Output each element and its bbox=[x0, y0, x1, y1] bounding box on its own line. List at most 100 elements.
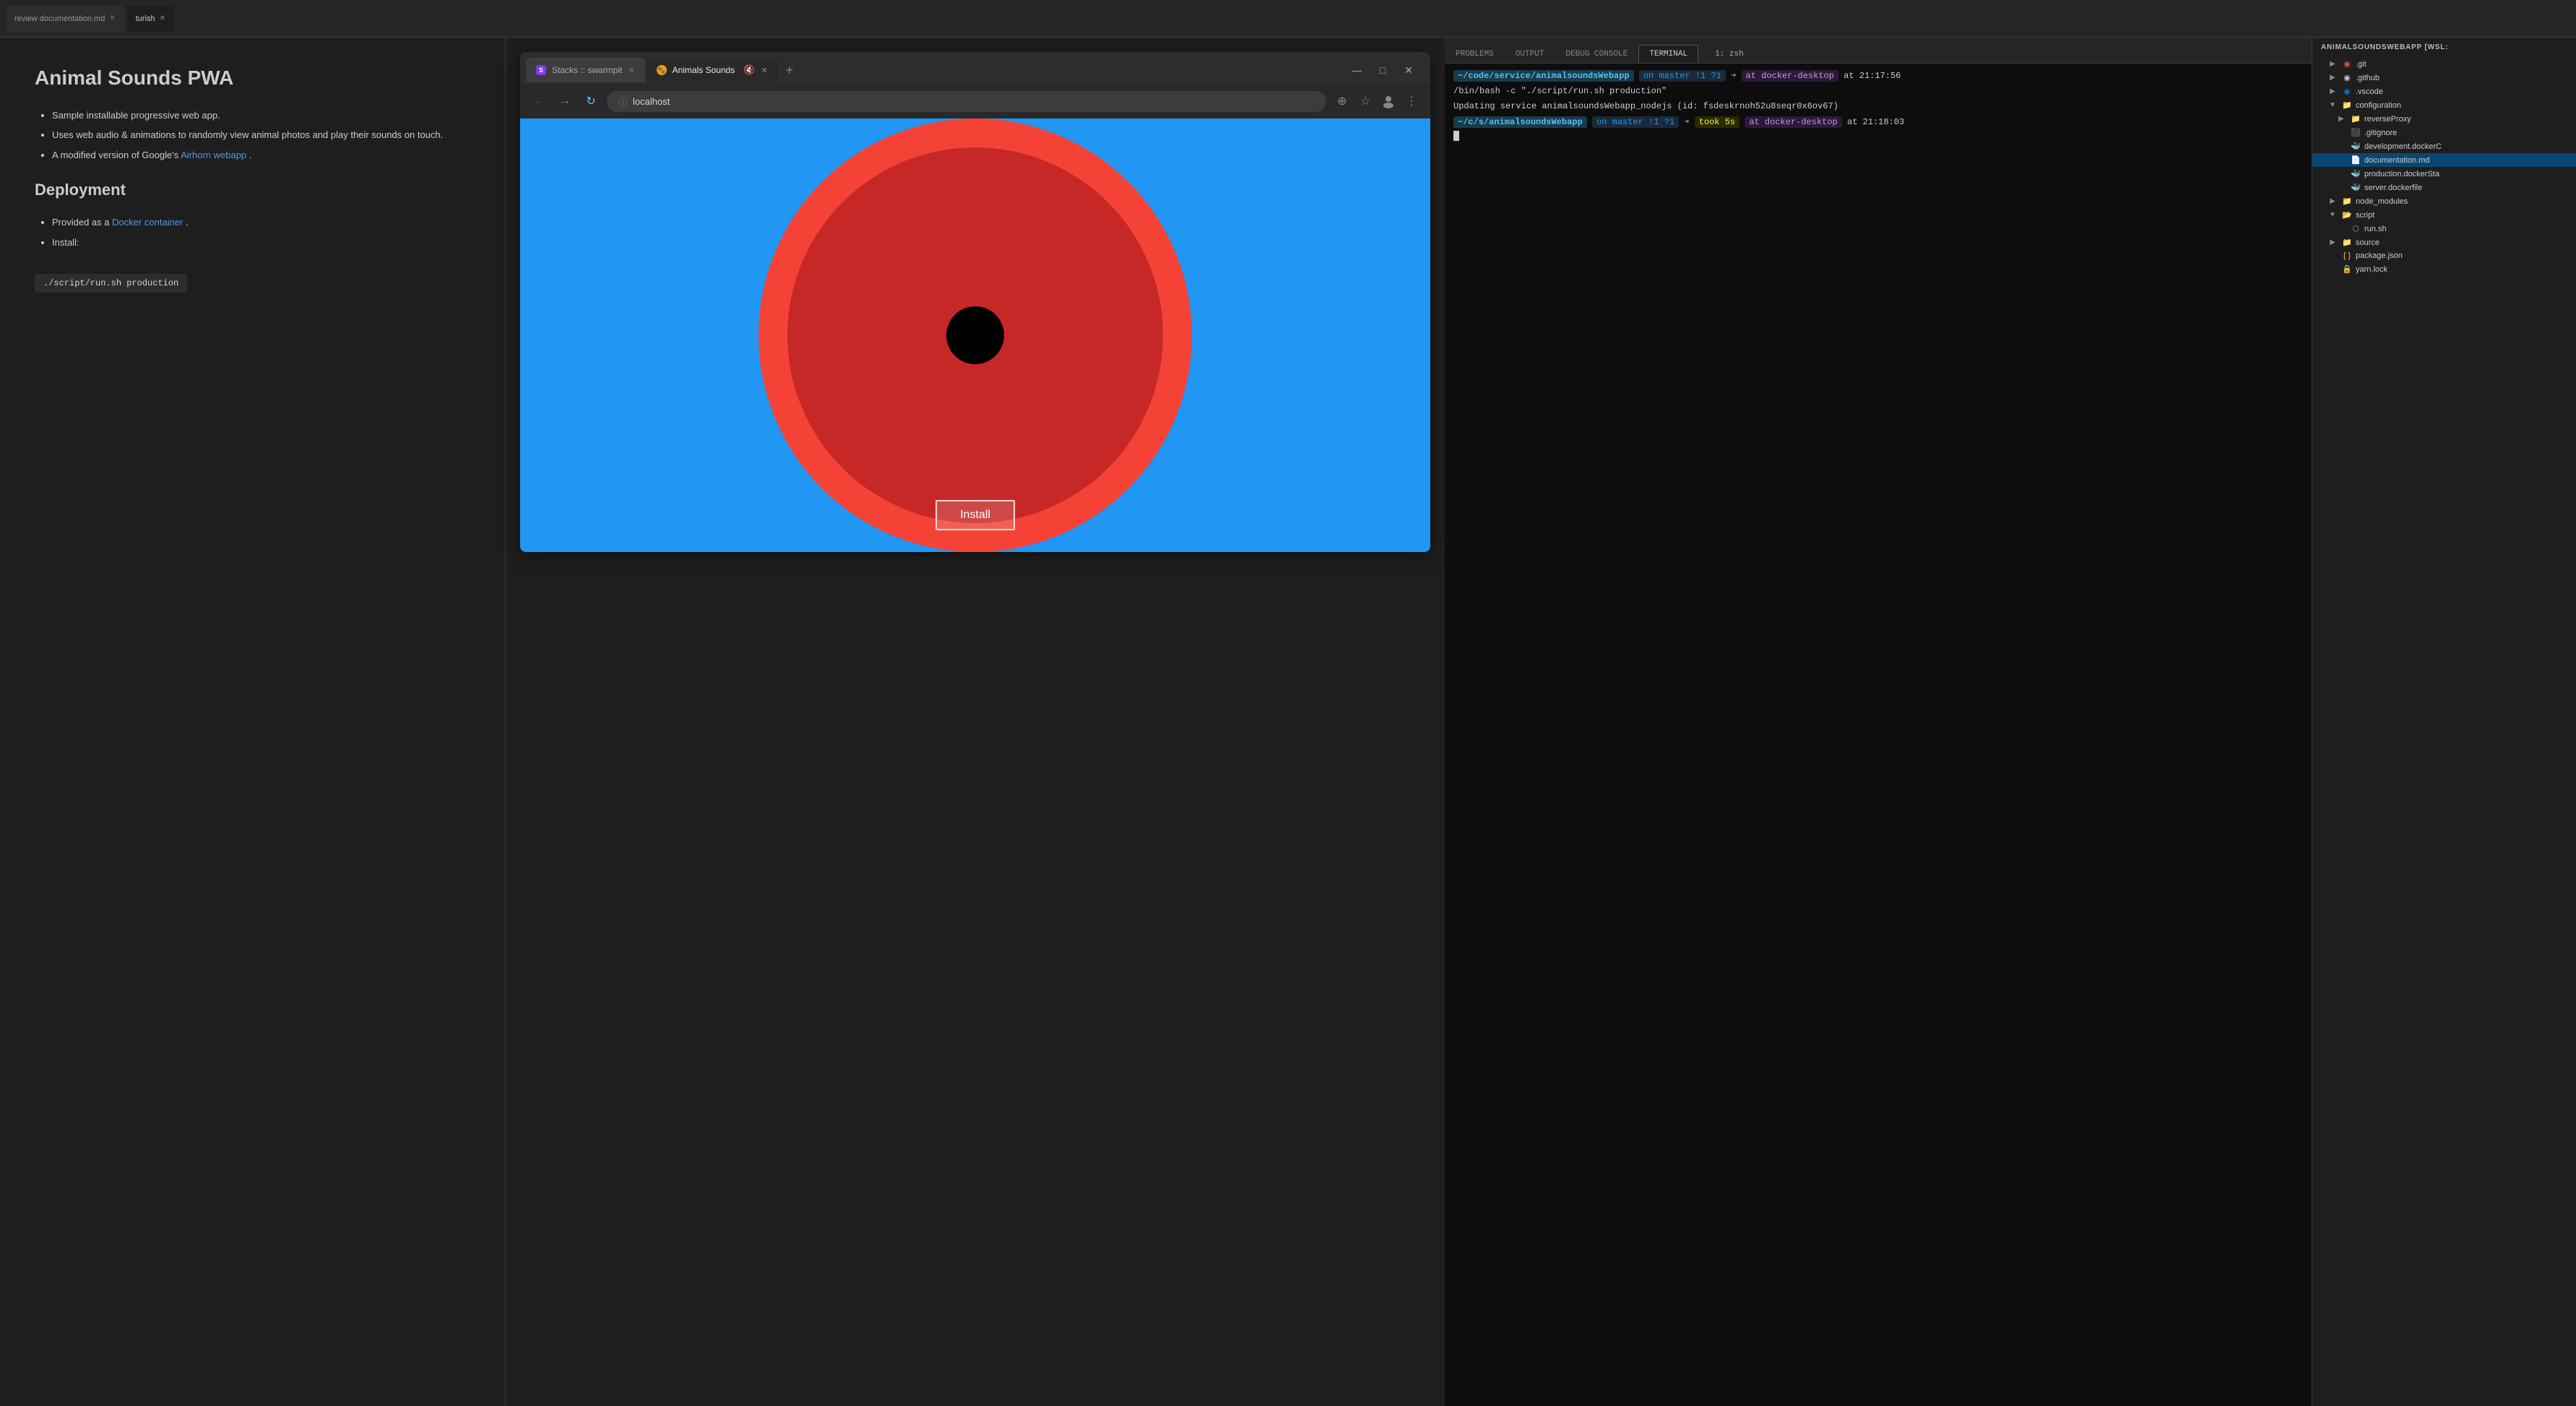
browser-tab-animals-close[interactable]: ✕ bbox=[761, 66, 767, 75]
install-command: ./script/run.sh production bbox=[35, 274, 187, 293]
mute-icon[interactable]: 🔇 bbox=[743, 64, 755, 76]
tree-item-configuration[interactable]: ▼ 📁 configuration bbox=[2312, 98, 2576, 112]
tree-item-gitignore[interactable]: ⬛ .gitignore bbox=[2312, 126, 2576, 139]
menu-button[interactable]: ⋮ bbox=[1401, 91, 1422, 111]
bullet-1-text: Sample installable progressive web app. bbox=[52, 110, 220, 121]
browser-tab-bar: S Stacks :: swarmpit ✕ 🐾 Animals Sounds … bbox=[520, 52, 1430, 84]
deployment-title: Deployment bbox=[35, 181, 470, 199]
bullet-2: Uses web audio & animations to randomly … bbox=[52, 126, 470, 143]
reload-button[interactable]: ↻ bbox=[581, 91, 601, 111]
airhorn-link[interactable]: Airhorn webapp bbox=[181, 150, 249, 160]
back-button[interactable]: ← bbox=[529, 91, 549, 111]
chevron-right-icon: ▶ bbox=[2327, 60, 2338, 68]
account-icon bbox=[1381, 94, 1396, 108]
address-input[interactable]: ⓘ localhost bbox=[607, 91, 1326, 112]
tree-label-reverseProxy: reverseProxy bbox=[2364, 115, 2411, 124]
tree-label-server-docker: server.dockerfile bbox=[2364, 184, 2422, 192]
tab-review-doc[interactable]: review documentation.md ✕ bbox=[6, 6, 124, 32]
maximize-button[interactable]: □ bbox=[1373, 60, 1393, 80]
tab-turish-close[interactable]: ✕ bbox=[160, 14, 165, 22]
tab-instance[interactable]: 1: zsh bbox=[1704, 45, 1755, 63]
chevron-right-icon-6: ▶ bbox=[2327, 238, 2338, 246]
animals-favicon-icon: 🐾 bbox=[657, 65, 667, 75]
run-sh-file-icon: ⬡ bbox=[2350, 224, 2361, 233]
browser-tab-animals-label: Animals Sounds bbox=[673, 65, 735, 75]
tree-item-doc-md[interactable]: 📄 documentation.md bbox=[2312, 153, 2576, 167]
bullet-3: A modified version of Google's Airhorn w… bbox=[52, 147, 470, 163]
term-time-2: at 21:18:03 bbox=[1847, 117, 1904, 127]
minimize-button[interactable]: — bbox=[1347, 60, 1367, 80]
forward-button[interactable]: → bbox=[555, 91, 575, 111]
tree-item-vscode[interactable]: ▶ ◉ .vscode bbox=[2312, 85, 2576, 98]
gitignore-file-icon: ⬛ bbox=[2350, 128, 2361, 137]
editor-tabs: review documentation.md ✕ turish ✕ bbox=[6, 6, 2570, 32]
term-line-2: /bin/bash -c "./script/run.sh production… bbox=[1453, 85, 2303, 98]
tree-item-script[interactable]: ▼ 📂 script bbox=[2312, 208, 2576, 222]
bookmark-button[interactable]: ☆ bbox=[1355, 91, 1375, 111]
tree-item-git[interactable]: ▶ ◉ .git bbox=[2312, 57, 2576, 71]
explorer-panel: ANIMALSOUNDSWEBAPP [WSL: ▶ ◉ .git ▶ ◉ .g… bbox=[2312, 38, 2576, 1406]
tree-item-run-sh[interactable]: ⬡ run.sh bbox=[2312, 222, 2576, 236]
term-arrow-2: ➜ bbox=[1684, 117, 1689, 127]
tree-item-yarn-lock[interactable]: 🔒 yarn.lock bbox=[2312, 262, 2576, 276]
tree-label-gitignore: .gitignore bbox=[2364, 129, 2397, 137]
vscode-folder-icon: ◉ bbox=[2341, 87, 2353, 96]
browser-tab-stacks-close[interactable]: ✕ bbox=[628, 66, 634, 75]
browser-content[interactable]: Install bbox=[520, 118, 1430, 552]
term-cursor bbox=[1453, 131, 1459, 141]
new-tab-button[interactable]: + bbox=[779, 60, 800, 80]
browser-action-buttons: ⊕ ☆ ⋮ bbox=[1332, 91, 1422, 111]
stacks-favicon-icon: S bbox=[536, 65, 546, 75]
tab-output[interactable]: OUTPUT bbox=[1505, 45, 1555, 63]
tree-label-github: .github bbox=[2356, 74, 2380, 82]
animal-circle-outer[interactable] bbox=[758, 118, 1192, 552]
doc-md-file-icon: 📄 bbox=[2350, 155, 2361, 165]
tree-label-yarn-lock: yarn.lock bbox=[2356, 265, 2387, 274]
tree-label-run-sh: run.sh bbox=[2364, 225, 2387, 233]
terminal-area: PROBLEMS OUTPUT DEBUG CONSOLE TERMINAL 1… bbox=[1445, 38, 2312, 1406]
term-branch-2: on master !1 ?1 bbox=[1592, 116, 1679, 128]
tree-item-node-modules[interactable]: ▶ 📁 node_modules bbox=[2312, 194, 2576, 208]
tree-label-vscode: .vscode bbox=[2356, 87, 2383, 96]
account-button[interactable] bbox=[1378, 91, 1399, 111]
install-button[interactable]: Install bbox=[935, 500, 1015, 530]
tree-item-dev-docker[interactable]: 🐳 development.dockerC bbox=[2312, 139, 2576, 153]
docker-container-link[interactable]: Docker container bbox=[112, 217, 186, 228]
node-modules-folder-icon: 📁 bbox=[2341, 197, 2353, 206]
term-time-1: at 21:17:56 bbox=[1844, 71, 1901, 81]
chevron-right-icon-4: ▶ bbox=[2335, 115, 2347, 123]
tree-label-script: script bbox=[2356, 211, 2374, 220]
tree-item-package-json[interactable]: { } package.json bbox=[2312, 249, 2576, 262]
tab-debug-console[interactable]: DEBUG CONSOLE bbox=[1555, 45, 1638, 63]
term-path-2: ~/c/s/animalsoundsWebapp bbox=[1453, 116, 1587, 128]
tree-item-reverseProxy[interactable]: ▶ 📁 reverseProxy bbox=[2312, 112, 2576, 126]
term-line-4: ~/c/s/animalsoundsWebapp on master !1 ?1… bbox=[1453, 116, 2303, 129]
github-folder-icon: ◉ bbox=[2341, 73, 2353, 82]
address-text: localhost bbox=[633, 96, 670, 107]
tab-review-doc-label: review documentation.md bbox=[14, 14, 105, 23]
tab-terminal[interactable]: TERMINAL bbox=[1638, 45, 1698, 63]
tab-review-doc-close[interactable]: ✕ bbox=[109, 14, 115, 22]
window-controls: — □ ✕ bbox=[1347, 60, 1425, 80]
tree-item-server-docker[interactable]: 🐳 server.dockerfile bbox=[2312, 181, 2576, 194]
term-took: took 5s bbox=[1695, 116, 1739, 128]
browser-tab-animals[interactable]: 🐾 Animals Sounds 🔇 ✕ bbox=[647, 58, 778, 82]
tab-problems[interactable]: PROBLEMS bbox=[1445, 45, 1505, 63]
tree-label-source: source bbox=[2356, 238, 2380, 247]
tab-turish[interactable]: turish ✕ bbox=[127, 6, 174, 32]
tree-item-prod-docker[interactable]: 🐳 production.dockerSta bbox=[2312, 167, 2576, 181]
close-window-button[interactable]: ✕ bbox=[1399, 60, 1419, 80]
doc-title: Animal Sounds PWA bbox=[35, 66, 470, 90]
term-cmd-text: /bin/bash -c "./script/run.sh production… bbox=[1453, 86, 1667, 96]
tree-item-source[interactable]: ▶ 📁 source bbox=[2312, 236, 2576, 249]
term-line-3: Updating service animalsoundsWebapp_node… bbox=[1453, 100, 2303, 113]
term-updating-text: Updating service animalsoundsWebapp_node… bbox=[1453, 101, 1838, 111]
prod-docker-file-icon: 🐳 bbox=[2350, 169, 2361, 178]
browser-tab-stacks[interactable]: S Stacks :: swarmpit ✕ bbox=[526, 58, 645, 82]
terminal-content[interactable]: ~/code/service/animalsoundsWebapp on mas… bbox=[1445, 64, 2312, 1406]
configuration-folder-icon: 📁 bbox=[2341, 100, 2353, 110]
left-panel-doc: Animal Sounds PWA Sample installable pro… bbox=[0, 38, 506, 1406]
tree-item-github[interactable]: ▶ ◉ .github bbox=[2312, 71, 2576, 85]
right-panel: PROBLEMS OUTPUT DEBUG CONSOLE TERMINAL 1… bbox=[1445, 38, 2576, 1406]
add-to-reading-list-button[interactable]: ⊕ bbox=[1332, 91, 1352, 111]
